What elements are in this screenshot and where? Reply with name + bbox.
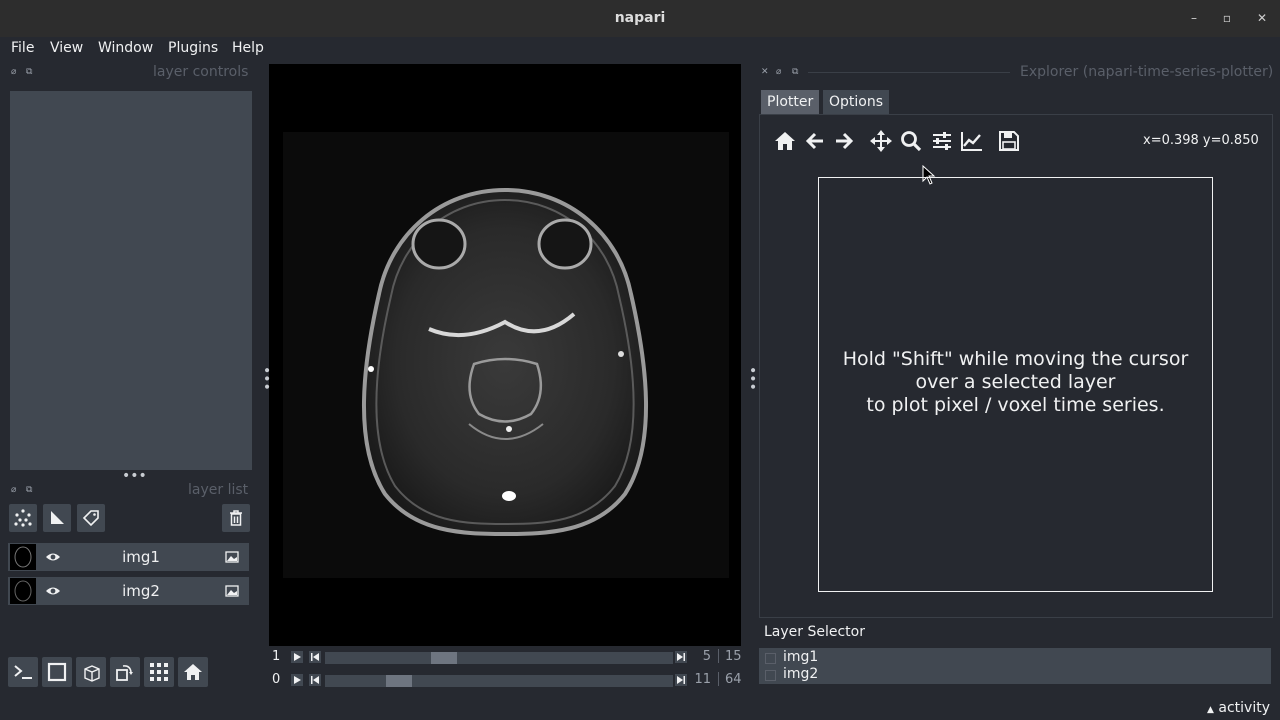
cube-icon bbox=[84, 665, 100, 682]
square-icon bbox=[47, 662, 67, 682]
play-button[interactable] bbox=[291, 651, 303, 663]
tab-options[interactable]: Options bbox=[823, 90, 890, 114]
ndisplay-button[interactable] bbox=[42, 657, 72, 687]
plot-instruction-line: Hold "Shift" while moving the cursor bbox=[842, 348, 1189, 370]
arrow-left-icon[interactable] bbox=[804, 130, 826, 152]
grid-icon bbox=[150, 663, 168, 681]
layer-row-img2[interactable]: img2 bbox=[8, 577, 249, 605]
current-index[interactable]: 11 bbox=[681, 672, 711, 687]
cursor-coordinates: x=0.398 y=0.850 bbox=[1143, 133, 1259, 148]
title-bar: napari – ▫ ✕ bbox=[0, 0, 1280, 37]
dock-float-icon[interactable]: ⧉ bbox=[792, 67, 798, 77]
step-back-button[interactable] bbox=[309, 674, 321, 686]
dock-close-icon[interactable]: ⌀ bbox=[11, 485, 16, 495]
tab-plotter[interactable]: Plotter bbox=[761, 90, 820, 114]
menu-view[interactable]: View bbox=[50, 40, 83, 56]
play-button[interactable] bbox=[291, 674, 303, 686]
layer-selector-list: img1 img2 bbox=[759, 648, 1271, 684]
skip-back-icon bbox=[311, 653, 319, 661]
dock-float-icon[interactable]: ⧉ bbox=[26, 485, 32, 495]
dims-slider-handle[interactable] bbox=[386, 675, 413, 687]
menu-help[interactable]: Help bbox=[232, 40, 264, 56]
brain-mri-image bbox=[283, 132, 729, 578]
axis-label: 0 bbox=[272, 672, 281, 687]
menu-bar: File View Window Plugins Help bbox=[0, 37, 1280, 61]
splitter-handle[interactable]: ••• bbox=[122, 468, 147, 484]
plot-area[interactable]: Hold "Shift" while moving the cursor ove… bbox=[818, 177, 1213, 592]
dims-slider-track[interactable] bbox=[325, 675, 673, 687]
activity-button[interactable]: ▲ activity bbox=[1207, 700, 1270, 716]
new-labels-layer-button[interactable] bbox=[77, 504, 105, 532]
plot-instruction-line: to plot pixel / voxel time series. bbox=[866, 394, 1165, 416]
activity-label: activity bbox=[1218, 700, 1270, 716]
menu-window[interactable]: Window bbox=[98, 40, 153, 56]
line-chart-icon[interactable] bbox=[960, 130, 984, 152]
current-index[interactable]: 5 bbox=[681, 649, 711, 664]
dims-slider-row: 1 5 15 bbox=[269, 649, 742, 667]
menu-plugins[interactable]: Plugins bbox=[168, 40, 218, 56]
total-index: 15 bbox=[725, 649, 742, 664]
plot-instruction: Hold "Shift" while moving the cursor ove… bbox=[819, 348, 1212, 417]
caret-up-icon: ▲ bbox=[1207, 705, 1214, 715]
tag-icon bbox=[82, 510, 99, 527]
layer-checkbox[interactable] bbox=[765, 653, 776, 664]
image-layer-icon bbox=[225, 551, 239, 563]
dock-pin-icon[interactable]: ⌀ bbox=[776, 67, 781, 77]
sliders-icon[interactable] bbox=[931, 130, 953, 152]
points-icon bbox=[14, 509, 32, 527]
plugin-dock-title: Explorer (napari-time-series-plotter) bbox=[1020, 64, 1274, 80]
window-title: napari bbox=[614, 10, 666, 26]
layer-selector-item[interactable]: img2 bbox=[783, 666, 818, 682]
dims-slider-handle[interactable] bbox=[431, 652, 458, 664]
trash-icon bbox=[230, 510, 242, 526]
home-icon[interactable] bbox=[774, 130, 796, 152]
new-shapes-layer-button[interactable] bbox=[43, 504, 71, 532]
rotate-icon bbox=[116, 665, 133, 681]
layer-selector-item[interactable]: img1 bbox=[783, 649, 818, 665]
play-icon bbox=[294, 676, 301, 684]
step-back-button[interactable] bbox=[309, 651, 321, 663]
total-index: 64 bbox=[725, 672, 742, 687]
transpose-dims-button[interactable] bbox=[110, 657, 140, 687]
console-button[interactable] bbox=[8, 657, 38, 687]
splitter-handle-left[interactable]: ••• bbox=[258, 366, 274, 391]
new-points-layer-button[interactable] bbox=[9, 504, 37, 532]
dock-close-icon[interactable]: ⌀ bbox=[11, 67, 16, 77]
layer-selector-label: Layer Selector bbox=[764, 624, 865, 640]
splitter-handle-right[interactable]: ••• bbox=[744, 366, 760, 391]
divider bbox=[718, 649, 719, 663]
maximize-button[interactable]: ▫ bbox=[1219, 10, 1235, 26]
home-icon bbox=[184, 664, 202, 680]
dims-slider-row: 0 11 64 bbox=[269, 672, 742, 690]
play-icon bbox=[294, 653, 301, 661]
console-icon bbox=[14, 665, 32, 679]
close-button[interactable]: ✕ bbox=[1254, 10, 1270, 26]
dock-float-icon[interactable]: ⧉ bbox=[26, 67, 32, 77]
save-icon[interactable] bbox=[998, 130, 1020, 152]
minimize-button[interactable]: – bbox=[1186, 10, 1202, 26]
layer-controls-panel bbox=[10, 91, 252, 470]
layer-row-img1[interactable]: img1 bbox=[8, 543, 249, 571]
layer-checkbox[interactable] bbox=[765, 670, 776, 681]
reset-view-button[interactable] bbox=[178, 657, 208, 687]
skip-back-icon bbox=[311, 676, 319, 684]
dock-close-icon[interactable]: ✕ bbox=[761, 67, 769, 77]
roll-dims-button[interactable] bbox=[76, 657, 106, 687]
arrow-right-icon[interactable] bbox=[833, 130, 855, 152]
pan-move-icon[interactable] bbox=[870, 130, 892, 152]
grid-view-button[interactable] bbox=[144, 657, 174, 687]
axis-label: 1 bbox=[272, 649, 281, 664]
delete-layer-button[interactable] bbox=[222, 504, 250, 532]
shapes-icon bbox=[51, 511, 64, 524]
menu-file[interactable]: File bbox=[11, 40, 34, 56]
image-layer-icon bbox=[225, 585, 239, 597]
divider bbox=[718, 672, 719, 686]
plot-instruction-line: over a selected layer bbox=[915, 371, 1116, 393]
layer-list-title: layer list bbox=[188, 482, 249, 498]
viewer-canvas[interactable] bbox=[269, 64, 741, 646]
dims-slider-track[interactable] bbox=[325, 652, 673, 664]
layer-controls-title: layer controls bbox=[153, 64, 249, 80]
zoom-icon[interactable] bbox=[900, 130, 922, 152]
dock-title-line bbox=[808, 72, 1010, 73]
